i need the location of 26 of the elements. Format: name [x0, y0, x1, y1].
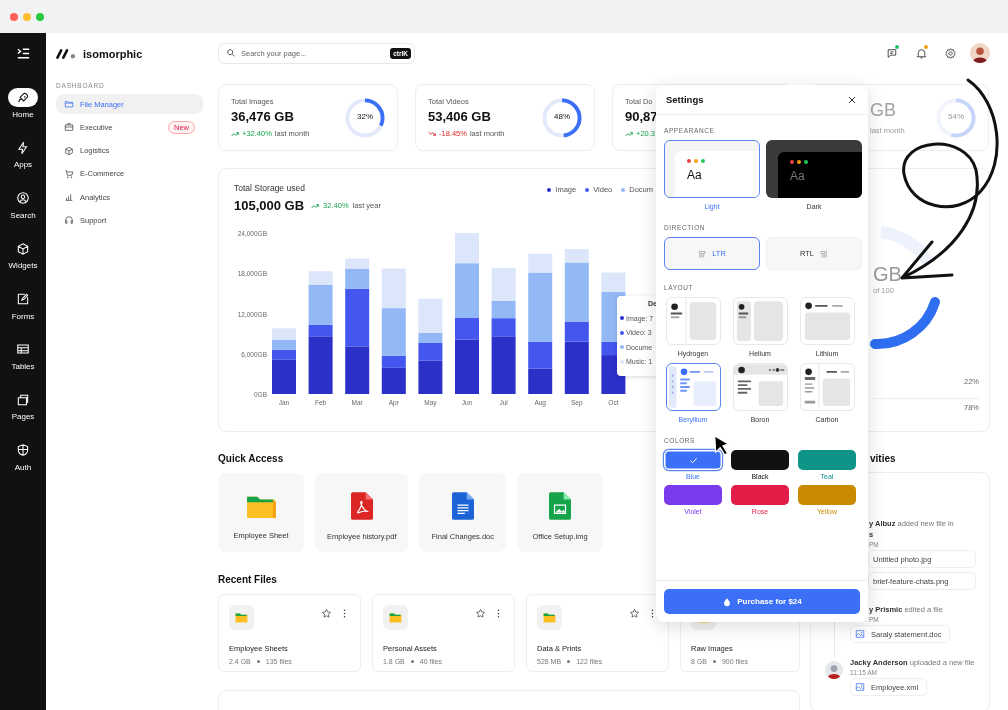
rail-nav-item[interactable]: Home: [8, 88, 38, 139]
percent-label: 48%: [553, 111, 571, 121]
rail-nav-item[interactable]: Tables: [8, 339, 38, 391]
theme-option[interactable]: Aa: [766, 140, 862, 198]
brand-name: isomorphic: [83, 47, 143, 60]
total-value: 105,000 GB: [234, 198, 305, 213]
section-title: vities: [869, 453, 896, 464]
theme-option[interactable]: Aa: [664, 140, 760, 198]
rail-nav-item[interactable]: Apps: [8, 138, 38, 189]
percent-label: 54%: [947, 111, 965, 121]
section-title: Recent Files: [218, 574, 277, 585]
section-title: Quick Access: [218, 453, 284, 464]
purchase-button[interactable]: Purchase for $24: [664, 589, 860, 614]
storage-value: GB: [873, 263, 903, 286]
stat-value: 36,476 GB: [231, 109, 295, 124]
stat-value: 90,87: [625, 109, 658, 124]
percent-label: 32%: [356, 111, 374, 121]
panel-title: Settings: [666, 94, 704, 105]
chart-title: Total Storage used: [234, 183, 306, 193]
rail-nav-item[interactable]: Pages: [8, 390, 38, 441]
stat-value: GB: [870, 100, 897, 121]
rail-nav-item[interactable]: Widgets: [8, 239, 38, 290]
rail-nav-item[interactable]: Search: [8, 188, 38, 240]
rail-nav-item[interactable]: Forms: [8, 289, 38, 340]
stat-value: 53,406 GB: [428, 109, 492, 124]
rail-nav-item[interactable]: Auth: [8, 440, 38, 492]
